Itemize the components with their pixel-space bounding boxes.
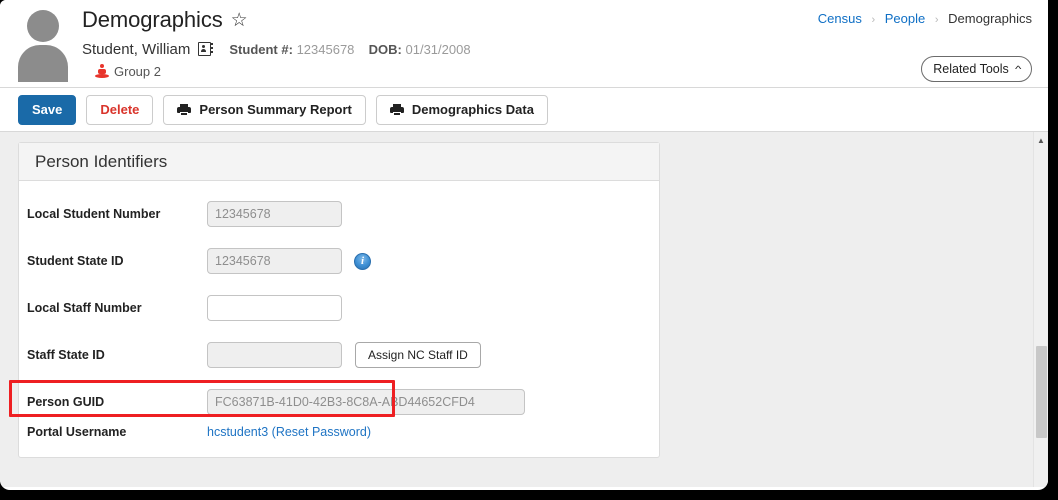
breadcrumb: Census › People › Demographics	[818, 11, 1032, 26]
portal-username-label: Portal Username	[27, 425, 127, 439]
person-marker-icon	[95, 64, 109, 78]
printer-icon	[389, 103, 404, 116]
group-line: Group 2	[95, 62, 471, 80]
related-tools-label: Related Tools	[933, 62, 1009, 76]
group-label: Group 2	[114, 63, 161, 79]
related-tools-button[interactable]: Related Tools ^	[921, 56, 1032, 82]
local-staff-number-input[interactable]	[207, 295, 342, 321]
scrollbar-thumb[interactable]	[1036, 346, 1047, 438]
printer-icon	[177, 103, 192, 116]
person-name: Student, William	[82, 40, 191, 58]
person-line: Student, William Student #: 12345678 DOB…	[82, 39, 471, 59]
local-student-number-input[interactable]	[207, 201, 342, 227]
student-number-label: Student #:	[229, 41, 293, 57]
avatar-body	[18, 45, 68, 82]
staff-state-id-label: Staff State ID	[27, 348, 105, 362]
page-header: Demographics ☆ Student, William Student …	[0, 0, 1048, 88]
field-row-portal-username: Portal Username hcstudent3 (Reset Passwo…	[19, 421, 659, 443]
title-block: Demographics ☆ Student, William Student …	[82, 4, 471, 80]
card-header: Person Identifiers	[19, 143, 659, 181]
contact-card-lines	[211, 43, 214, 55]
reset-password-link[interactable]: (Reset Password)	[272, 425, 371, 439]
card-title: Person Identifiers	[35, 151, 168, 171]
student-state-id-input[interactable]	[207, 248, 342, 274]
content-area: Person Identifiers Local Student Number …	[0, 132, 1048, 487]
assign-nc-staff-id-button[interactable]: Assign NC Staff ID	[355, 342, 481, 368]
field-row-local-student-number: Local Student Number	[19, 197, 659, 231]
portal-username-value: hcstudent3 (Reset Password)	[207, 425, 371, 439]
person-guid-label: Person GUID	[27, 395, 105, 409]
person-summary-report-button[interactable]: Person Summary Report	[163, 94, 366, 125]
breadcrumb-item-census[interactable]: Census	[818, 11, 862, 26]
save-button[interactable]: Save	[18, 94, 77, 125]
breadcrumb-item-people[interactable]: People	[885, 11, 925, 26]
field-row-student-state-id: Student State ID i	[19, 244, 659, 278]
action-toolbar: Save Delete Person Summary Report Demogr…	[0, 88, 1048, 132]
person-guid-input[interactable]	[207, 389, 525, 415]
field-row-local-staff-number: Local Staff Number	[19, 291, 659, 325]
breadcrumb-separator: ›	[934, 14, 939, 26]
portal-username-link[interactable]: hcstudent3	[207, 425, 268, 439]
person-identifiers-card: Person Identifiers Local Student Number …	[18, 142, 660, 458]
delete-button[interactable]: Delete	[86, 94, 154, 125]
breadcrumb-separator: ›	[871, 14, 876, 26]
vertical-scrollbar[interactable]: ▲	[1033, 132, 1048, 487]
demographics-data-label: Demographics Data	[411, 102, 534, 117]
dob-value: 01/31/2008	[405, 41, 471, 57]
card-body: Local Student Number Student State ID i …	[19, 181, 659, 457]
application-window: Demographics ☆ Student, William Student …	[0, 0, 1048, 490]
contact-card-icon[interactable]	[198, 42, 214, 56]
student-state-id-label: Student State ID	[27, 254, 124, 268]
scroll-up-arrow-icon[interactable]: ▲	[1034, 132, 1048, 148]
avatar	[14, 6, 72, 82]
student-number-value: 12345678	[296, 41, 355, 57]
info-circle-icon[interactable]: i	[354, 252, 371, 270]
local-staff-number-label: Local Staff Number	[27, 301, 142, 315]
person-summary-report-label: Person Summary Report	[199, 102, 352, 117]
avatar-head	[27, 10, 59, 42]
local-student-number-label: Local Student Number	[27, 207, 161, 221]
field-row-person-guid: Person GUID	[19, 385, 659, 419]
staff-state-id-input[interactable]	[207, 342, 342, 368]
field-row-staff-state-id: Staff State ID Assign NC Staff ID	[19, 338, 659, 372]
demographics-data-button[interactable]: Demographics Data	[375, 94, 548, 125]
student-meta: Student #: 12345678 DOB: 01/31/2008	[229, 42, 470, 57]
chevron-up-icon: ^	[1014, 63, 1022, 74]
star-outline-icon[interactable]: ☆	[231, 11, 248, 30]
dob-label: DOB:	[368, 41, 402, 57]
breadcrumb-item-demographics: Demographics	[948, 11, 1032, 26]
page-title: Demographics	[82, 7, 223, 32]
page-title-row: Demographics ☆	[82, 4, 471, 36]
